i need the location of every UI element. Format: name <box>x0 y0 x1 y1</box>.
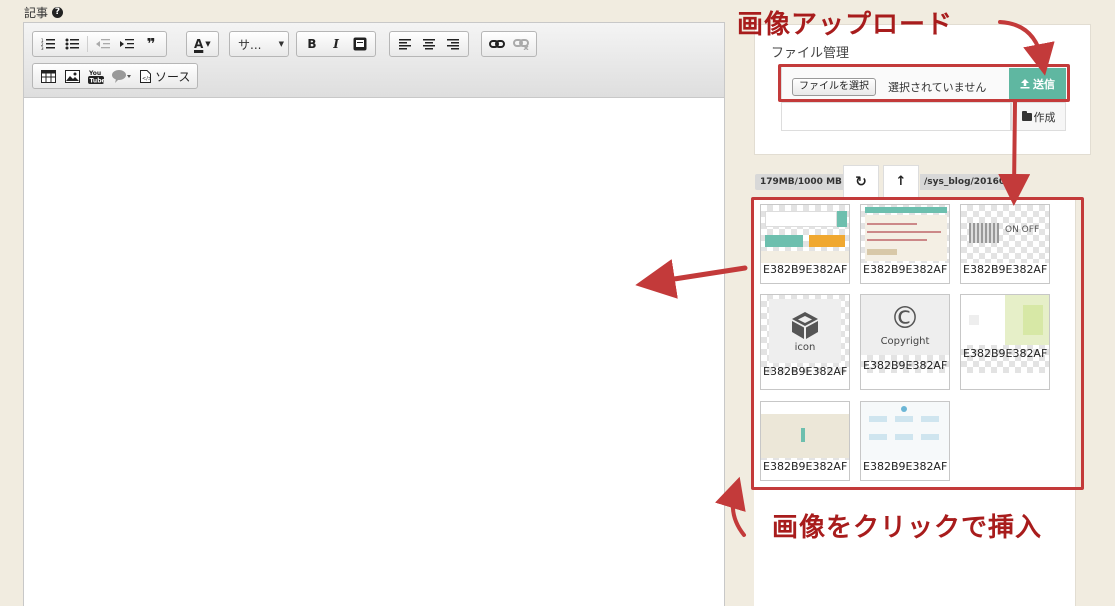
svg-text:You: You <box>88 70 101 77</box>
bold-button[interactable]: B <box>301 34 323 54</box>
youtube-icon[interactable]: You Tube <box>85 66 107 86</box>
toolbar-separator <box>87 36 88 52</box>
level-up-icon: ↑ <box>895 174 907 189</box>
parent-folder-button[interactable]: ↑ <box>883 165 919 197</box>
font-color-group: A ▼ <box>186 31 219 57</box>
create-folder-label: 作成 <box>1033 110 1056 124</box>
italic-button[interactable]: I <box>325 34 347 54</box>
current-path: /sys_blog/201605 <box>920 174 1016 190</box>
folder-icon <box>1021 110 1032 121</box>
format-group: B I <box>296 31 376 57</box>
editor-content-area[interactable] <box>24 99 724 606</box>
outdent-icon[interactable] <box>92 34 114 54</box>
insert-group: You Tube </> ソース <box>32 63 199 89</box>
article-label-text: 記事 <box>24 6 49 20</box>
blocks-icon[interactable] <box>349 34 371 54</box>
storage-usage: 179MB/1000 MB <box>755 174 847 190</box>
link-icon[interactable] <box>486 34 508 54</box>
unlink-icon[interactable] <box>510 34 532 54</box>
table-icon[interactable] <box>37 66 59 86</box>
svg-text:</>: </> <box>142 76 151 82</box>
svg-text:3: 3 <box>41 46 44 50</box>
indent-icon[interactable] <box>116 34 138 54</box>
font-color-label: A <box>194 37 204 51</box>
file-manager-title: ファイル管理 <box>771 46 850 61</box>
annotation-insert: 画像をクリックで挿入 <box>772 513 1043 543</box>
refresh-button[interactable]: ↻ <box>843 165 879 197</box>
ordered-list-icon[interactable]: 123 <box>37 34 59 54</box>
source-icon: </> <box>140 69 151 83</box>
caret-down-icon: ▼ <box>205 40 211 48</box>
font-combo[interactable]: サ... ▼ <box>229 31 289 57</box>
bullet-list-icon[interactable] <box>61 34 83 54</box>
highlight-gallery-box <box>751 197 1084 490</box>
align-left-icon[interactable] <box>394 34 416 54</box>
arrow-from-insert-label <box>715 476 746 537</box>
editor-toolbar: 123 ❞ A ▼ サ... ▼ B I You Tube </> ソース <box>24 23 724 98</box>
align-center-icon[interactable] <box>418 34 440 54</box>
blockquote-icon[interactable]: ❞ <box>140 34 162 54</box>
annotation-upload: 画像アップロード <box>737 10 954 40</box>
caret-down-icon: ▼ <box>278 40 284 48</box>
list-indent-group: 123 ❞ <box>32 31 167 57</box>
font-color-button[interactable]: A ▼ <box>191 34 214 54</box>
font-combo-label: サ... <box>238 37 262 52</box>
link-group <box>481 31 537 57</box>
image-icon[interactable] <box>61 66 83 86</box>
rich-text-editor: 123 ❞ A ▼ サ... ▼ B I You Tube </> ソース <box>23 22 725 606</box>
align-group <box>389 31 469 57</box>
speech-balloon-icon[interactable] <box>109 66 135 86</box>
create-folder-button[interactable]: 作成 <box>1011 102 1066 131</box>
refresh-icon: ↻ <box>855 173 867 190</box>
help-icon[interactable]: ? <box>52 7 64 18</box>
article-label: 記事 ? <box>24 4 64 21</box>
source-label: ソース <box>155 69 191 84</box>
align-right-icon[interactable] <box>442 34 464 54</box>
highlight-upload-box <box>778 64 1070 102</box>
svg-text:Tube: Tube <box>90 77 105 84</box>
source-button[interactable]: </> ソース <box>137 66 193 86</box>
folder-name-input[interactable] <box>781 102 1011 131</box>
